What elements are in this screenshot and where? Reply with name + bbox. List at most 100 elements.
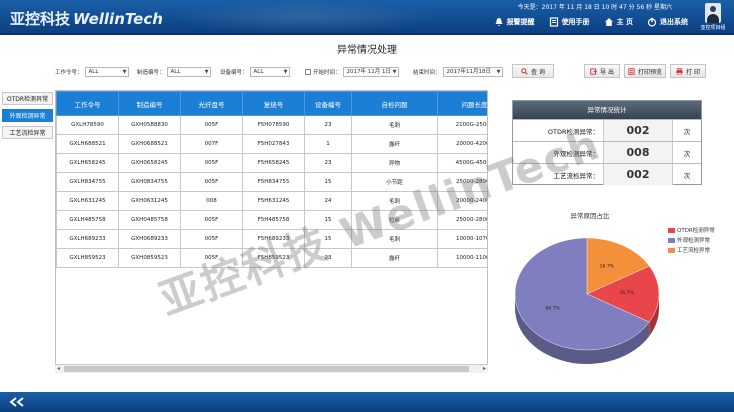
- cell-work-order: GXLH631245: [56, 191, 119, 211]
- mfg-no-select[interactable]: ALL ▼: [166, 67, 211, 77]
- table-row[interactable]: GXLH631245 GXH0631245 008 F5H631245 24 毛刺 2000…: [56, 191, 487, 211]
- start-time-picker[interactable]: 2017年 11月 1日 ▼: [342, 67, 399, 77]
- user-box[interactable]: 亚控项目组: [698, 3, 728, 31]
- export-button[interactable]: 导 出: [584, 64, 620, 78]
- query-button[interactable]: 查 询: [512, 64, 554, 78]
- pie-label-2: 16.7%: [600, 263, 615, 269]
- cell-mfg-no: GXH0658245: [118, 153, 181, 173]
- tab-process-exception[interactable]: 工艺流检异常: [2, 126, 53, 139]
- stat-unit: 次: [683, 171, 691, 180]
- col-header-problem-length[interactable]: 问题长度: [437, 91, 487, 116]
- printer-icon: [676, 67, 683, 75]
- page-title: 异常情况处理: [337, 45, 397, 56]
- col-header-self-check[interactable]: 自检问题: [351, 91, 438, 116]
- cell-rewind-no: F5H631245: [242, 191, 305, 211]
- chevron-down-icon: ▼: [283, 69, 288, 75]
- export-icon: [590, 67, 598, 75]
- table-row[interactable]: GXLH859523 GXH0859523 005F F5H859523 23 露纤 100…: [56, 248, 487, 268]
- chart-legend: OTDR检测异常 外观检测异常 工艺流检异常: [668, 225, 715, 255]
- table-row[interactable]: GXLH658245 GXH0658245 005F F5H658245 23 异物 450…: [56, 153, 487, 173]
- tab-otdr-exception[interactable]: OTDR检测异常: [2, 92, 53, 105]
- cell-mfg-no: GXH0688521: [118, 134, 181, 154]
- start-time-checkbox[interactable]: [305, 69, 311, 75]
- nav-exit-button[interactable]: 退出系统: [647, 17, 688, 27]
- start-time-value: 2017年 11月 1日: [346, 69, 392, 75]
- device-no-select[interactable]: ALL ▼: [249, 67, 290, 77]
- cell-device-no: 23: [304, 115, 352, 135]
- filter-end-time: 结束时间： 2017年11月18日 ▼: [413, 66, 503, 78]
- nav-alarm-button[interactable]: 报警提醒: [494, 17, 535, 27]
- cell-fiber-reel: 005F: [180, 229, 243, 249]
- bell-icon: [495, 18, 503, 27]
- cell-rewind-no: F5H834755: [242, 172, 305, 192]
- cell-problem-length: 20000-24000: [437, 191, 487, 211]
- exception-table-container: 工作令号 制造编号 光纤盘号 复绕号 设备编号 自检问题 问题长度 GXLH78…: [55, 90, 488, 373]
- cell-problem-length: 25000-28000: [437, 210, 487, 230]
- table-header-row: 工作令号 制造编号 光纤盘号 复绕号 设备编号 自检问题 问题长度: [56, 91, 487, 116]
- nav-manual-label: 使用手册: [561, 18, 590, 26]
- print-label: 打 印: [686, 68, 700, 76]
- company-logo: 亚控科技 WellinTech: [10, 8, 163, 29]
- end-time-picker[interactable]: 2017年11月18日 ▼: [442, 67, 503, 77]
- bottom-bar: [0, 392, 734, 412]
- cell-mfg-no: GXH0485758: [118, 210, 181, 230]
- cell-fiber-reel: 008: [180, 191, 243, 211]
- stat-value: 002: [603, 164, 673, 185]
- mfg-no-label: 制造编号：: [137, 70, 165, 76]
- cell-mfg-no: GXH0689233: [118, 229, 181, 249]
- cell-self-check: 毛刺: [351, 115, 438, 135]
- tab-appearance-exception[interactable]: 外观检测异常: [2, 109, 53, 122]
- start-time-label: 开始时间：: [313, 70, 341, 76]
- table-row[interactable]: GXLH688521 GXH0688521 007F F5H027843 1 露纤 2000…: [56, 134, 487, 154]
- cell-work-order: GXLH689233: [56, 229, 119, 249]
- print-preview-button[interactable]: 打印预览: [624, 64, 666, 78]
- work-order-select[interactable]: ALL ▼: [84, 67, 129, 77]
- stat-value: 008: [603, 142, 673, 163]
- cell-self-check: 露纤: [351, 248, 438, 268]
- power-icon: [647, 17, 657, 27]
- col-header-fiber-reel[interactable]: 光纤盘号: [180, 91, 243, 116]
- work-order-value: ALL: [88, 69, 99, 75]
- cell-problem-length: 25000-28000: [437, 172, 487, 192]
- filter-mfg-no: 制造编号： ALL ▼: [137, 66, 211, 78]
- top-nav: 报警提醒 使用手册 主 页 退出系统: [494, 17, 688, 27]
- exception-stats-panel: 异常情况统计 OTDR检测异常： 002 次 外观检测异常： 008 次 工艺流…: [512, 100, 702, 185]
- stat-row-appearance: 外观检测异常： 008 次: [513, 141, 701, 163]
- print-button[interactable]: 打 印: [670, 64, 706, 78]
- export-label: 导 出: [600, 68, 614, 76]
- col-header-mfg-no[interactable]: 制造编号: [118, 91, 181, 116]
- cell-problem-length: 20000-42000: [437, 134, 487, 154]
- cell-fiber-reel: 005F: [180, 248, 243, 268]
- cell-work-order: GXLH834755: [56, 172, 119, 192]
- nav-home-button[interactable]: 主 页: [604, 17, 633, 27]
- col-header-rewind-no[interactable]: 复绕号: [242, 91, 305, 116]
- device-no-label: 设备编号：: [220, 70, 248, 76]
- home-icon: [604, 18, 613, 26]
- scroll-right-arrow-icon[interactable]: ▸: [483, 365, 486, 373]
- cell-work-order: GXLH658245: [56, 153, 119, 173]
- nav-manual-button[interactable]: 使用手册: [549, 17, 590, 27]
- back-arrow-icon[interactable]: [8, 396, 26, 408]
- cell-fiber-reel: 005F: [180, 210, 243, 230]
- mfg-no-value: ALL: [170, 69, 181, 75]
- col-header-work-order[interactable]: 工作令号: [56, 91, 119, 116]
- table-row[interactable]: GXLH485758 GXH0485758 005F F5H485758 15 拉丝 250…: [56, 210, 487, 230]
- end-time-value: 2017年11月18日: [446, 69, 492, 75]
- scroll-left-arrow-icon[interactable]: ◂: [57, 365, 60, 373]
- datetime-display: 今天是：2017 年 11 月 18 日 10 时 47 分 56 秒 星期六: [517, 4, 672, 11]
- legend-item-process: 工艺流检异常: [668, 245, 715, 255]
- table-row[interactable]: GXLH78590 GXH0588830 005F F5H078590 23 毛刺 2100…: [56, 115, 487, 135]
- nav-alarm-label: 报警提醒: [506, 18, 535, 26]
- cell-self-check: 拉丝: [351, 210, 438, 230]
- stat-row-otdr: OTDR检测异常： 002 次: [513, 119, 701, 141]
- table-body: GXLH78590 GXH0588830 005F F5H078590 23 毛刺 2100…: [56, 115, 487, 268]
- legend-item-appearance: 外观检测异常: [668, 235, 715, 245]
- table-row[interactable]: GXLH689233 GXH0689233 005F F5H689233 15 毛刺 100…: [56, 229, 487, 249]
- cell-fiber-reel: 005F: [180, 115, 243, 135]
- cell-device-no: 15: [304, 229, 352, 249]
- col-header-device-no[interactable]: 设备编号: [304, 91, 352, 116]
- scrollbar-thumb[interactable]: [64, 366, 469, 372]
- horizontal-scrollbar[interactable]: ◂ ▸: [55, 364, 488, 373]
- table-row[interactable]: GXLH834755 GXH0834755 005F F5H834755 15 小节距 25…: [56, 172, 487, 192]
- chevron-down-icon: ▼: [496, 69, 501, 75]
